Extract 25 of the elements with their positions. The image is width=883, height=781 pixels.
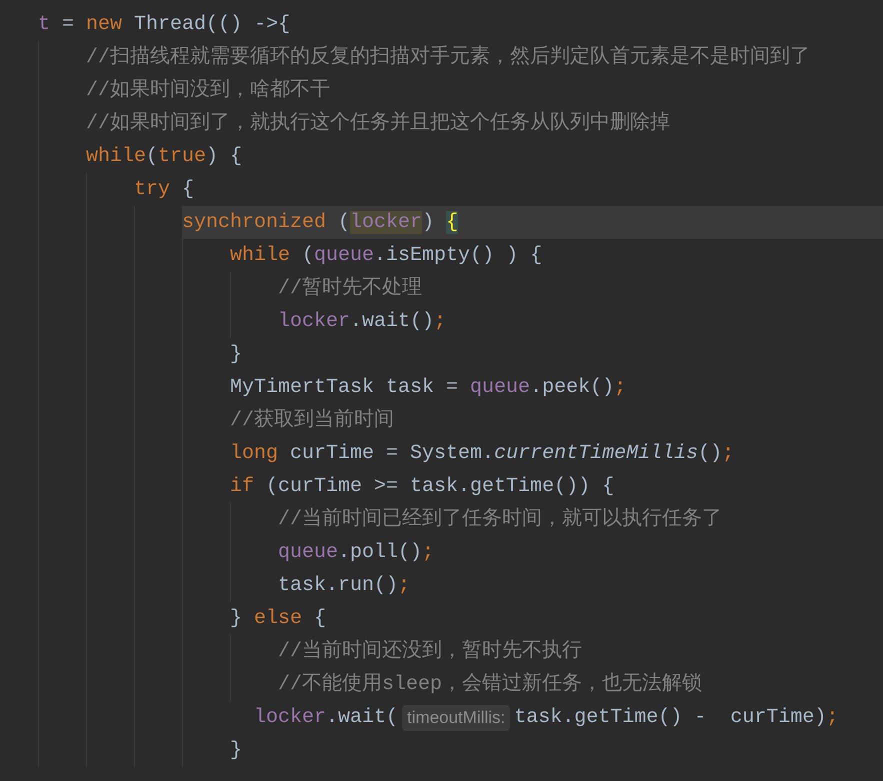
code-line: //如果时间到了，就执行这个任务并且把这个任务从队列中删除掉 <box>86 110 670 136</box>
code-line: //暂时先不处理 <box>278 276 422 302</box>
code-line: if (curTime >= task.getTime()) { <box>230 474 614 500</box>
code-line: //获取到当前时间 <box>230 408 394 434</box>
code-line: queue.poll(); <box>278 540 434 566</box>
code-line: } <box>230 738 242 764</box>
code-line: task.getTime() - curTime); <box>514 704 838 730</box>
code-line: long curTime = System.currentTimeMillis(); <box>230 440 734 466</box>
inlay-hint: timeoutMillis: <box>402 704 510 730</box>
code-line: locker.wait(); <box>278 308 446 334</box>
code-line: synchronized (locker) { <box>182 210 458 236</box>
code-line: task.run(); <box>278 572 410 598</box>
code-line: //如果时间没到，啥都不干 <box>86 78 330 104</box>
code-line: t = new Thread(() ->{ <box>38 12 290 38</box>
code-line: //不能使用sleep，会错过新任务，也无法解锁 <box>278 671 702 698</box>
code-line: locker.wait( <box>253 704 398 730</box>
code-line: } <box>230 342 242 368</box>
code-line: } else { <box>230 606 326 632</box>
code-line: //扫描线程就需要循环的反复的扫描对手元素，然后判定队首元素是不是时间到了 <box>86 44 810 70</box>
code-line: MyTimertTask task = queue.peek(); <box>230 374 626 400</box>
code-line: while (queue.isEmpty() ) { <box>230 242 542 268</box>
code-line: try { <box>134 176 194 202</box>
code-line: //当前时间还没到，暂时先不执行 <box>278 638 582 664</box>
code-line: //当前时间已经到了任务时间，就可以执行任务了 <box>278 506 722 532</box>
code-line: while(true) { <box>86 144 242 170</box>
